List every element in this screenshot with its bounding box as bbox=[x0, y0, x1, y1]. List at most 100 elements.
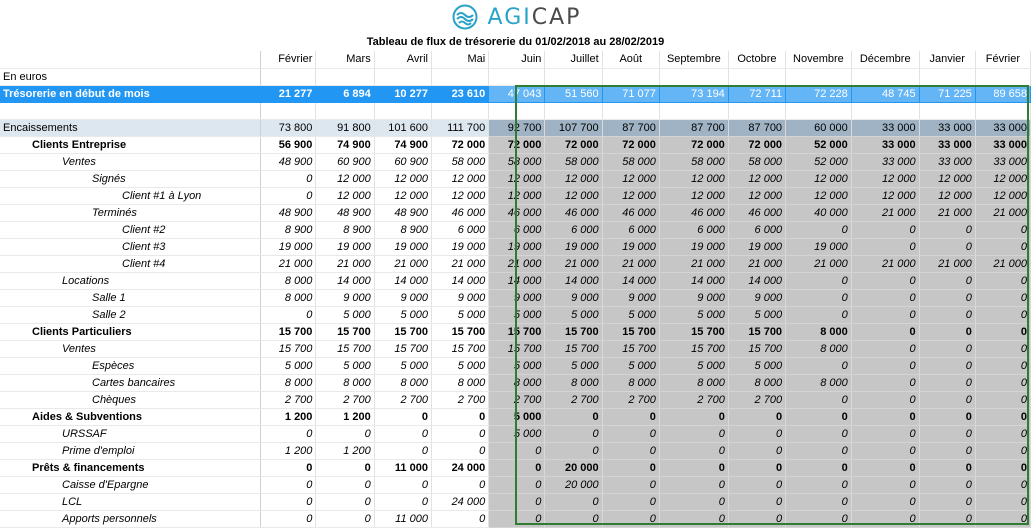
value-cell[interactable]: 0 bbox=[488, 510, 546, 528]
value-cell[interactable]: 14 000 bbox=[374, 272, 432, 290]
value-cell[interactable]: 9 000 bbox=[544, 289, 603, 307]
value-cell[interactable]: 6 894 bbox=[315, 85, 375, 103]
value-cell[interactable] bbox=[374, 102, 432, 120]
value-cell[interactable]: 74 900 bbox=[315, 136, 375, 154]
row-label[interactable]: Clients Entreprise bbox=[0, 136, 262, 154]
month-header[interactable]: Août bbox=[602, 51, 660, 69]
value-cell[interactable]: 5 000 bbox=[544, 306, 603, 324]
value-cell[interactable]: 15 700 bbox=[659, 323, 729, 341]
value-cell[interactable]: 72 711 bbox=[728, 85, 787, 103]
value-cell[interactable]: 8 000 bbox=[544, 374, 603, 392]
value-cell[interactable]: 0 bbox=[431, 408, 490, 426]
month-header[interactable]: Juin bbox=[488, 51, 546, 69]
value-cell[interactable]: 107 700 bbox=[544, 119, 603, 137]
value-cell[interactable]: 92 700 bbox=[488, 119, 546, 137]
month-header[interactable]: Décembre bbox=[851, 51, 920, 69]
value-cell[interactable]: 48 900 bbox=[315, 204, 375, 222]
value-cell[interactable]: 0 bbox=[260, 306, 317, 324]
value-cell[interactable]: 0 bbox=[488, 442, 546, 460]
value-cell[interactable]: 14 000 bbox=[431, 272, 490, 290]
value-cell[interactable]: 0 bbox=[975, 272, 1031, 290]
value-cell[interactable]: 14 000 bbox=[488, 272, 546, 290]
value-cell[interactable]: 12 000 bbox=[919, 187, 976, 205]
value-cell[interactable]: 0 bbox=[919, 374, 976, 392]
value-cell[interactable]: 8 900 bbox=[315, 221, 375, 239]
value-cell[interactable] bbox=[851, 102, 920, 120]
value-cell[interactable]: 87 700 bbox=[728, 119, 787, 137]
value-cell[interactable]: 89 658 bbox=[975, 85, 1031, 103]
value-cell[interactable]: 15 700 bbox=[602, 323, 660, 341]
value-cell[interactable]: 15 700 bbox=[260, 340, 317, 358]
month-header[interactable]: Mai bbox=[431, 51, 490, 69]
value-cell[interactable]: 9 000 bbox=[431, 289, 490, 307]
value-cell[interactable]: 21 000 bbox=[544, 255, 603, 273]
value-cell[interactable]: 15 700 bbox=[431, 323, 490, 341]
value-cell[interactable]: 8 000 bbox=[785, 374, 852, 392]
value-cell[interactable]: 60 900 bbox=[315, 153, 375, 171]
value-cell[interactable]: 9 000 bbox=[602, 289, 660, 307]
value-cell[interactable]: 58 000 bbox=[488, 153, 546, 171]
value-cell[interactable]: 0 bbox=[851, 442, 920, 460]
value-cell[interactable]: 0 bbox=[975, 459, 1031, 477]
value-cell[interactable]: 21 000 bbox=[431, 255, 490, 273]
value-cell[interactable]: 0 bbox=[488, 476, 546, 494]
value-cell[interactable]: 0 bbox=[851, 425, 920, 443]
value-cell[interactable]: 33 000 bbox=[975, 153, 1031, 171]
value-cell[interactable]: 87 700 bbox=[602, 119, 660, 137]
value-cell[interactable]: 15 700 bbox=[728, 340, 787, 358]
value-cell[interactable]: 8 000 bbox=[488, 374, 546, 392]
value-cell[interactable]: 12 000 bbox=[374, 187, 432, 205]
value-cell[interactable]: 58 000 bbox=[659, 153, 729, 171]
value-cell[interactable]: 12 000 bbox=[488, 170, 546, 188]
value-cell[interactable]: 0 bbox=[602, 493, 660, 511]
month-header[interactable]: Octobre bbox=[728, 51, 787, 69]
value-cell[interactable]: 5 000 bbox=[374, 306, 432, 324]
value-cell[interactable]: 10 277 bbox=[374, 85, 432, 103]
value-cell[interactable]: 0 bbox=[975, 408, 1031, 426]
value-cell[interactable]: 0 bbox=[919, 340, 976, 358]
value-cell[interactable]: 0 bbox=[728, 476, 787, 494]
value-cell[interactable]: 15 700 bbox=[544, 323, 603, 341]
value-cell[interactable]: 0 bbox=[602, 442, 660, 460]
value-cell[interactable]: 14 000 bbox=[315, 272, 375, 290]
value-cell[interactable]: 9 000 bbox=[659, 289, 729, 307]
value-cell[interactable]: 0 bbox=[851, 374, 920, 392]
value-cell[interactable]: 2 700 bbox=[374, 391, 432, 409]
value-cell[interactable]: 33 000 bbox=[919, 136, 976, 154]
value-cell[interactable]: 0 bbox=[602, 459, 660, 477]
value-cell[interactable]: 19 000 bbox=[659, 238, 729, 256]
row-label[interactable]: Salle 1 bbox=[0, 289, 262, 307]
value-cell[interactable]: 0 bbox=[975, 442, 1031, 460]
value-cell[interactable]: 5 000 bbox=[431, 357, 490, 375]
value-cell[interactable]: 0 bbox=[851, 476, 920, 494]
value-cell[interactable]: 52 000 bbox=[785, 153, 852, 171]
value-cell[interactable]: 0 bbox=[260, 187, 317, 205]
value-cell[interactable]: 19 000 bbox=[544, 238, 603, 256]
value-cell[interactable]: 0 bbox=[975, 374, 1031, 392]
value-cell[interactable] bbox=[785, 102, 852, 120]
value-cell[interactable]: 1 200 bbox=[260, 442, 317, 460]
value-cell[interactable]: 0 bbox=[975, 425, 1031, 443]
value-cell[interactable]: 0 bbox=[975, 221, 1031, 239]
value-cell[interactable]: 21 000 bbox=[728, 255, 787, 273]
value-cell[interactable]: 0 bbox=[602, 510, 660, 528]
row-label[interactable]: Signés bbox=[0, 170, 262, 188]
value-cell[interactable]: 0 bbox=[851, 459, 920, 477]
row-label[interactable]: Salle 2 bbox=[0, 306, 262, 324]
value-cell[interactable]: 0 bbox=[975, 238, 1031, 256]
value-cell[interactable]: 21 277 bbox=[260, 85, 317, 103]
value-cell[interactable]: 0 bbox=[659, 493, 729, 511]
value-cell[interactable]: 0 bbox=[851, 510, 920, 528]
value-cell[interactable]: 5 000 bbox=[374, 357, 432, 375]
value-cell[interactable]: 72 228 bbox=[785, 85, 852, 103]
value-cell[interactable]: 12 000 bbox=[728, 187, 787, 205]
value-cell[interactable]: 0 bbox=[544, 442, 603, 460]
value-cell[interactable]: 0 bbox=[659, 442, 729, 460]
value-cell[interactable]: 21 000 bbox=[851, 204, 920, 222]
value-cell[interactable]: 15 700 bbox=[374, 323, 432, 341]
month-header[interactable]: Novembre bbox=[785, 51, 852, 69]
value-cell[interactable]: 33 000 bbox=[975, 136, 1031, 154]
value-cell[interactable]: 46 000 bbox=[544, 204, 603, 222]
value-cell[interactable]: 73 194 bbox=[659, 85, 729, 103]
value-cell[interactable]: 5 000 bbox=[488, 425, 546, 443]
